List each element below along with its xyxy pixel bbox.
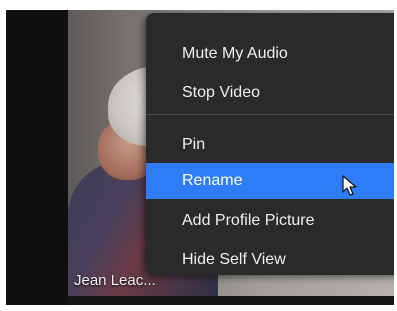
mouse-pointer-icon [342,175,357,196]
menu-item-stop-video[interactable]: Stop Video [146,75,394,111]
menu-item-pin[interactable]: Pin [146,127,394,163]
menu-item-add-profile-picture[interactable]: Add Profile Picture [146,203,394,239]
menu-item-hide-self-view[interactable]: Hide Self View [146,242,394,278]
menu-separator [146,114,394,115]
video-gallery: Jean Leac... Mute My Audio Stop Video Pi… [6,10,394,305]
dark-sidebar-area [6,10,68,305]
participant-name-label: Jean Leac... [74,272,156,289]
participant-context-menu: Mute My Audio Stop Video Pin Rename Add … [146,13,394,275]
menu-item-mute-my-audio[interactable]: Mute My Audio [146,36,394,72]
